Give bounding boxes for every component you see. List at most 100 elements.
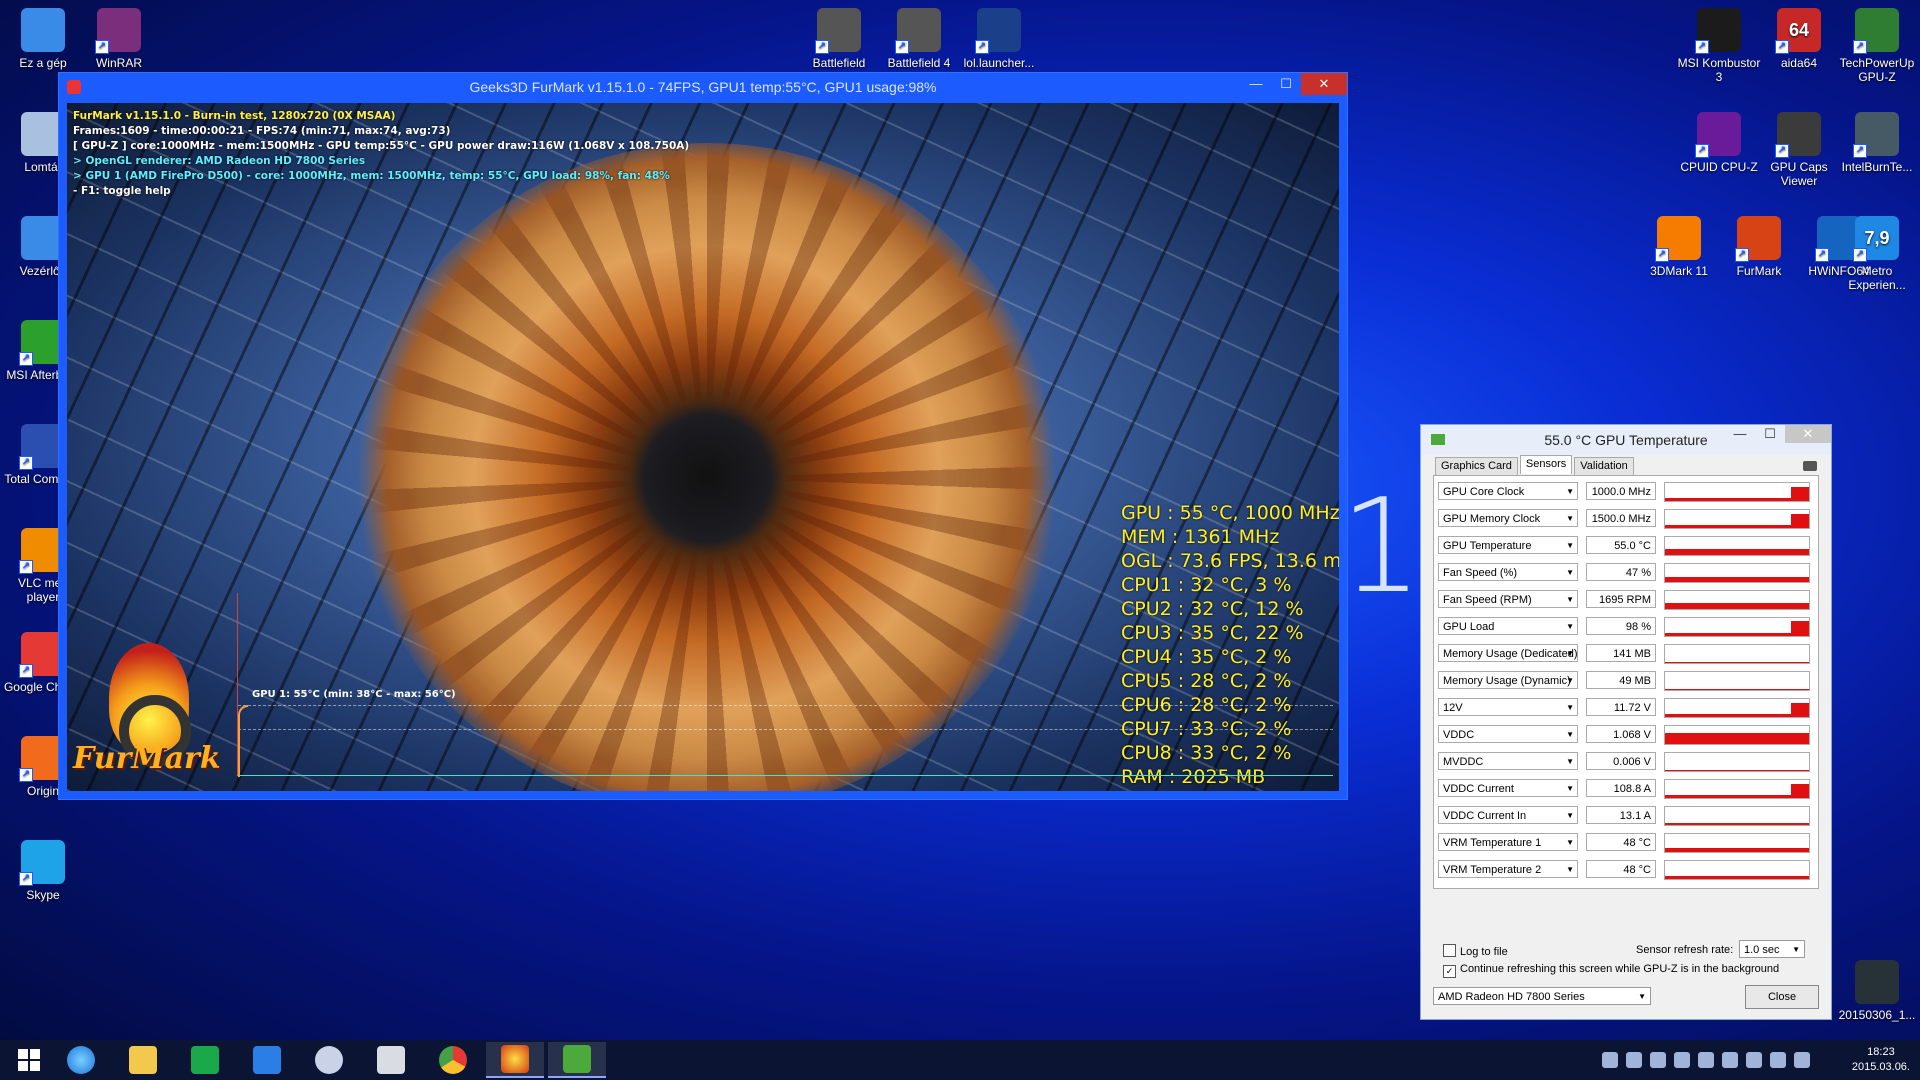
sensor-graph xyxy=(1664,671,1810,691)
app-icon: ↗ xyxy=(975,8,1021,54)
start-button[interactable] xyxy=(0,1042,58,1078)
desktop-icon[interactable]: ↗ Battlefield xyxy=(796,8,882,70)
taskbar-paint[interactable] xyxy=(300,1042,358,1078)
desktop-icon[interactable]: ↗ MSI Kombustor 3 xyxy=(1676,8,1762,84)
sensor-row: 12V ▼ 11.72 V xyxy=(1438,696,1814,718)
desktop-icon[interactable]: ↗ Skype xyxy=(0,840,86,902)
sensor-name-dropdown[interactable]: 12V ▼ xyxy=(1438,698,1578,716)
taskbar-store[interactable] xyxy=(176,1042,234,1078)
tab-validation[interactable]: Validation xyxy=(1574,457,1634,476)
tab-graphics-card[interactable]: Graphics Card xyxy=(1435,457,1518,476)
sensor-graph-fill xyxy=(1665,603,1809,609)
continue-refresh-checkbox[interactable]: ✓ xyxy=(1443,965,1456,978)
close-button[interactable]: ✕ xyxy=(1301,73,1347,95)
log-to-file-option[interactable]: Log to file xyxy=(1443,944,1508,958)
furmark-window[interactable]: Geeks3D FurMark v1.15.1.0 - 74FPS, GPU1 … xyxy=(58,72,1348,800)
sensor-name-dropdown[interactable]: GPU Temperature ▼ xyxy=(1438,536,1578,554)
sensor-name-dropdown[interactable]: Memory Usage (Dynamic) ▼ xyxy=(1438,671,1578,689)
taskbar-clock[interactable]: 18:23 2015.03.06. xyxy=(1852,1045,1910,1075)
sensor-name-dropdown[interactable]: Fan Speed (%) ▼ xyxy=(1438,563,1578,581)
maximize-button[interactable]: ☐ xyxy=(1271,73,1301,95)
desktop-icon[interactable]: ↗ GPU Caps Viewer xyxy=(1756,112,1842,188)
sensor-value: 108.8 A xyxy=(1586,779,1656,797)
desktop-icon[interactable]: 64 ↗ aida64 xyxy=(1756,8,1842,70)
sensor-name-dropdown[interactable]: GPU Core Clock ▼ xyxy=(1438,482,1578,500)
taskbar-explorer[interactable] xyxy=(114,1042,172,1078)
tray-cloud-icon[interactable] xyxy=(1746,1052,1762,1068)
taskbar-weather[interactable] xyxy=(238,1042,296,1078)
taskbar-chrome[interactable] xyxy=(424,1042,482,1078)
desktop-icon[interactable]: ↗ FurMark xyxy=(1716,216,1802,278)
gpuz-close-x-button[interactable]: ✕ xyxy=(1785,425,1831,443)
sensor-value: 47 % xyxy=(1586,563,1656,581)
tray-wifi-icon[interactable] xyxy=(1770,1052,1786,1068)
gpu-select-dropdown[interactable]: AMD Radeon HD 7800 Series ▼ xyxy=(1433,987,1651,1005)
sensor-name-dropdown[interactable]: VDDC Current In ▼ xyxy=(1438,806,1578,824)
close-button[interactable]: Close xyxy=(1745,985,1819,1009)
refresh-rate-select[interactable]: 1.0 sec ▼ xyxy=(1739,940,1805,958)
gpuz-titlebar[interactable]: 55.0 °C GPU Temperature — ☐ ✕ xyxy=(1421,425,1831,455)
tab-sensors[interactable]: Sensors xyxy=(1519,455,1573,474)
tray-volume-icon[interactable] xyxy=(1794,1052,1810,1068)
sensor-name: VDDC Current In xyxy=(1443,810,1527,822)
desktop-icon[interactable]: 20150306_1... xyxy=(1834,960,1920,1022)
app-icon: ↗ xyxy=(815,8,861,54)
sensor-name-dropdown[interactable]: GPU Load ▼ xyxy=(1438,617,1578,635)
sensor-name: VRM Temperature 2 xyxy=(1443,864,1542,876)
shortcut-arrow-icon: ↗ xyxy=(19,560,33,574)
desktop-icon[interactable]: ↗ IntelBurnTe... xyxy=(1834,112,1920,174)
desktop-icon[interactable]: Ez a gép xyxy=(0,8,86,70)
desktop-icon[interactable]: ↗ WinRAR xyxy=(76,8,162,70)
sensor-name-dropdown[interactable]: VRM Temperature 2 ▼ xyxy=(1438,860,1578,878)
sensor-graph-peak xyxy=(1791,784,1809,798)
sensor-name-dropdown[interactable]: MVDDC ▼ xyxy=(1438,752,1578,770)
tray-afterburner-icon[interactable] xyxy=(1722,1052,1738,1068)
sensor-graph-fill xyxy=(1665,689,1809,690)
tray-download-icon[interactable] xyxy=(1602,1052,1618,1068)
taskbar-furmark[interactable] xyxy=(486,1042,544,1078)
sensor-value: 49 MB xyxy=(1586,671,1656,689)
tray-flag-icon[interactable] xyxy=(1650,1052,1666,1068)
sensor-name-dropdown[interactable]: VRM Temperature 1 ▼ xyxy=(1438,833,1578,851)
continue-refresh-label: Continue refreshing this screen while GP… xyxy=(1460,963,1780,975)
log-to-file-label: Log to file xyxy=(1460,946,1508,958)
gpuz-minimize-button[interactable]: — xyxy=(1725,425,1755,443)
taskbar-ie[interactable] xyxy=(52,1042,110,1078)
desktop-icon[interactable]: ↗ Battlefield 4 xyxy=(876,8,962,70)
tray-monitor-icon[interactable] xyxy=(1674,1052,1690,1068)
desktop-icon[interactable]: ↗ TechPowerUp GPU-Z xyxy=(1834,8,1920,84)
desktop-icon-label: 3DMark 11 xyxy=(1650,264,1708,278)
taskbar-gpuz[interactable] xyxy=(548,1042,606,1078)
tray-network-icon[interactable] xyxy=(1626,1052,1642,1068)
sensor-name-dropdown[interactable]: Memory Usage (Dedicated) ▼ xyxy=(1438,644,1578,662)
furmark-titlebar[interactable]: Geeks3D FurMark v1.15.1.0 - 74FPS, GPU1 … xyxy=(59,73,1347,101)
sensor-name-dropdown[interactable]: VDDC ▼ xyxy=(1438,725,1578,743)
chevron-down-icon: ▼ xyxy=(1566,649,1574,658)
minimize-button[interactable]: — xyxy=(1241,73,1271,95)
gpuz-window[interactable]: 55.0 °C GPU Temperature — ☐ ✕ Graphics C… xyxy=(1420,424,1832,1020)
desktop-icon[interactable]: ↗ 3DMark 11 xyxy=(1636,216,1722,278)
desktop-icon-label: Battlefield xyxy=(812,56,866,70)
desktop-icon[interactable]: ↗ CPUID CPU-Z xyxy=(1676,112,1762,174)
screenshot-camera-icon[interactable] xyxy=(1803,461,1817,471)
log-to-file-checkbox[interactable] xyxy=(1443,944,1456,957)
taskbar-calculator[interactable] xyxy=(362,1042,420,1078)
sensor-graph-fill xyxy=(1665,498,1809,501)
clock-time: 18:23 xyxy=(1867,1046,1895,1058)
continue-refresh-option[interactable]: ✓ Continue refreshing this screen while G… xyxy=(1443,963,1779,978)
sensor-name: 12V xyxy=(1443,702,1463,714)
sensor-graph-fill xyxy=(1665,714,1809,717)
sensor-value: 55.0 °C xyxy=(1586,536,1656,554)
app-icon: ↗ xyxy=(1695,8,1741,54)
overlay-line: FurMark v1.15.1.0 - Burn-in test, 1280x7… xyxy=(73,110,396,122)
sensor-name-dropdown[interactable]: VDDC Current ▼ xyxy=(1438,779,1578,797)
gpu-temp-graph-label: GPU 1: 55°C (min: 38°C - max: 56°C) xyxy=(252,689,456,700)
gpuz-app-icon xyxy=(1431,434,1445,445)
sensor-name-dropdown[interactable]: Fan Speed (RPM) ▼ xyxy=(1438,590,1578,608)
desktop-icon[interactable]: ↗ lol.launcher... xyxy=(956,8,1042,70)
desktop-icon[interactable]: 7,9 ↗ Metro Experien... xyxy=(1834,216,1920,292)
sensor-name-dropdown[interactable]: GPU Memory Clock ▼ xyxy=(1438,509,1578,527)
tray-settings-icon[interactable] xyxy=(1698,1052,1714,1068)
sensor-value: 13.1 A xyxy=(1586,806,1656,824)
gpuz-maximize-button[interactable]: ☐ xyxy=(1755,425,1785,443)
